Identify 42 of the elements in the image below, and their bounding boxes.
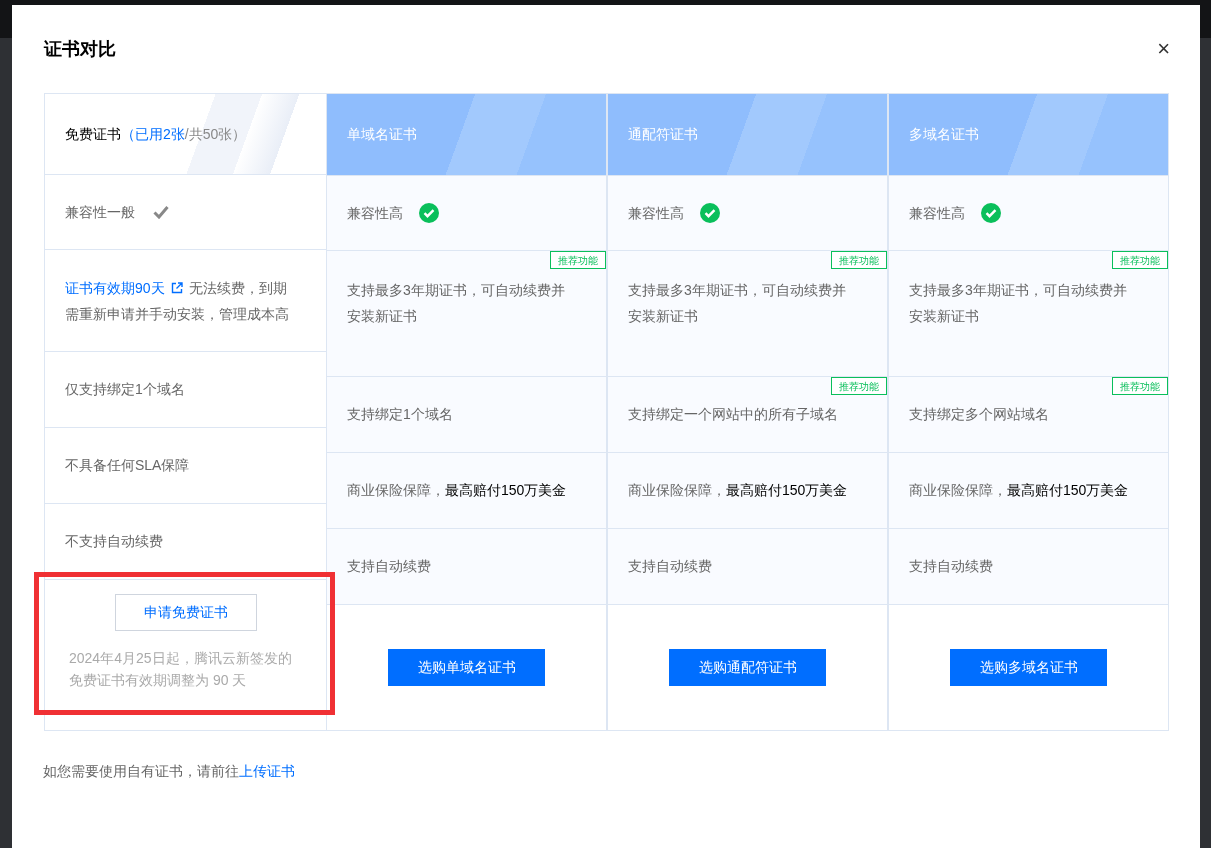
external-link-icon bbox=[170, 281, 183, 294]
cell-text: 仅支持绑定1个域名 bbox=[65, 380, 185, 399]
cell-text: 兼容性一般 bbox=[65, 202, 135, 222]
recommended-badge: 推荐功能 bbox=[1112, 251, 1168, 269]
cell-text: 不具备任何SLA保障 bbox=[65, 456, 190, 475]
cell-text: 支持绑定1个域名 bbox=[347, 405, 453, 424]
cell-text: 支持最多3年期证书，可自动续费并安装新证书 bbox=[909, 281, 1128, 326]
cell-text: 支持最多3年期证书，可自动续费并安装新证书 bbox=[347, 281, 566, 326]
upload-link[interactable]: 上传证书 bbox=[239, 763, 295, 779]
apply-free-button[interactable]: 申请免费证书 bbox=[114, 594, 257, 631]
cell-text: 兼容性高 bbox=[909, 203, 965, 223]
cell-text: 支持自动续费 bbox=[347, 557, 431, 576]
cell-text: 商业保险保障，最高赔付150万美金 bbox=[347, 481, 567, 500]
dialog-title: 证书对比 bbox=[44, 37, 116, 61]
cell-text: 支持最多3年期证书，可自动续费并安装新证书 bbox=[628, 281, 847, 326]
header-cell: 单域名证书 bbox=[327, 94, 606, 175]
cell-text: 商业保险保障，最高赔付150万美金 bbox=[628, 481, 848, 500]
buy-button[interactable]: 选购单域名证书 bbox=[388, 649, 545, 686]
cell-text: 支持自动续费 bbox=[628, 557, 712, 576]
recommended-badge: 推荐功能 bbox=[831, 377, 887, 395]
cell-text: 不支持自动续费 bbox=[65, 532, 163, 551]
free-cert-label: 免费证书 bbox=[65, 124, 121, 144]
cell-text: 支持自动续费 bbox=[909, 557, 993, 576]
recommended-badge: 推荐功能 bbox=[831, 251, 887, 269]
footer-text: 如您需要使用自有证书，请前往 bbox=[43, 763, 239, 779]
cell-text: 兼容性高 bbox=[628, 203, 684, 223]
cell-text: 支持绑定一个网站中的所有子域名 bbox=[628, 405, 838, 424]
cell-text: 商业保险保障，最高赔付150万美金 bbox=[909, 481, 1129, 500]
cell-text: 支持绑定多个网站域名 bbox=[909, 405, 1049, 424]
header-cell: 通配符证书 bbox=[608, 94, 887, 175]
recommended-badge: 推荐功能 bbox=[1112, 377, 1168, 395]
validity-link[interactable]: 证书有效期90天 bbox=[65, 279, 165, 296]
buy-button[interactable]: 选购多域名证书 bbox=[950, 649, 1107, 686]
total-count: /共50张） bbox=[184, 124, 247, 144]
cell-text: 证书有效期90天 无法续费，到期需重新申请并手动安装，管理成本高 bbox=[65, 278, 290, 324]
used-count: （已用2张 bbox=[121, 124, 185, 144]
recommended-badge: 推荐功能 bbox=[550, 251, 606, 269]
cell-text: 兼容性高 bbox=[347, 203, 403, 223]
close-button[interactable]: × bbox=[1157, 38, 1170, 60]
header-cell: 多域名证书 bbox=[889, 94, 1168, 175]
buy-button[interactable]: 选购通配符证书 bbox=[669, 649, 826, 686]
notice-text: 2024年4月25日起，腾讯云新签发的免费证书有效期调整为 90 天 bbox=[68, 649, 293, 690]
